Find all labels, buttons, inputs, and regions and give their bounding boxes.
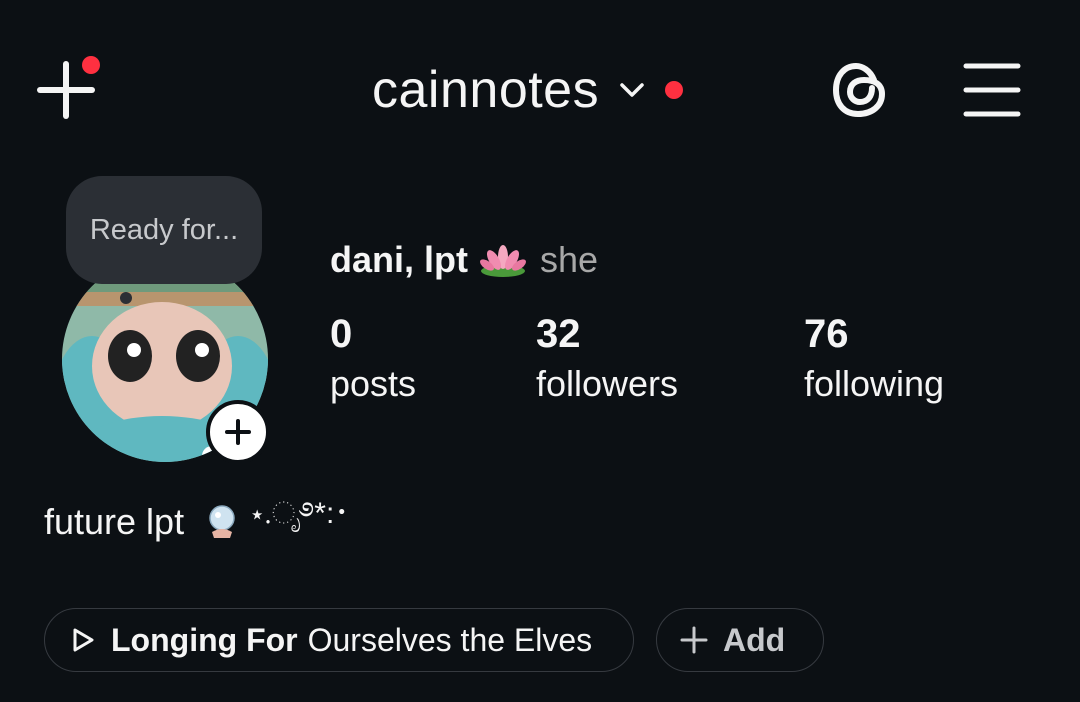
pronouns: she: [540, 239, 599, 280]
menu-button[interactable]: [958, 58, 1026, 122]
bio: future lpt ⋆.ೃ࿔*:･: [44, 496, 349, 548]
add-button[interactable]: Add: [656, 608, 824, 672]
chevron-down-icon: [620, 83, 644, 97]
plus-icon: [225, 419, 251, 445]
add-label: Add: [723, 621, 786, 658]
note-bubble[interactable]: Ready for...: [66, 176, 262, 284]
posts-count: 0: [330, 312, 353, 356]
crystal-ball-icon: [209, 505, 235, 538]
threads-icon: [832, 62, 886, 118]
name-row: dani, lpt she: [330, 236, 598, 284]
followers-stat[interactable]: 32 followers: [536, 310, 678, 410]
play-icon: [73, 628, 94, 652]
music-artist: Longing For: [111, 621, 298, 658]
plus-icon: [680, 626, 708, 654]
bio-text: future lpt: [44, 501, 185, 542]
followers-count: 32: [536, 312, 581, 356]
following-label: following: [804, 363, 945, 404]
music-pill[interactable]: Longing For Ourselves the Elves: [44, 608, 634, 672]
posts-label: posts: [330, 363, 417, 404]
following-stat[interactable]: 76 following: [804, 310, 944, 410]
notification-dot: [82, 56, 100, 74]
following-count: 76: [804, 312, 849, 356]
bio-decoration: ⋆.ೃ࿔*:･: [250, 497, 350, 530]
threads-button[interactable]: [828, 58, 892, 122]
add-story-button[interactable]: [206, 400, 270, 464]
music-song: Ourselves the Elves: [307, 621, 593, 658]
lotus-icon: [480, 245, 526, 277]
username: cainnotes: [372, 61, 600, 119]
note-bubble-tail: [120, 292, 132, 304]
note-text: Ready for...: [89, 213, 239, 246]
account-switcher[interactable]: cainnotes: [372, 58, 684, 122]
followers-label: followers: [536, 363, 679, 404]
posts-stat[interactable]: 0 posts: [330, 310, 416, 410]
notification-dot: [665, 81, 684, 99]
display-name: dani, lpt: [330, 239, 468, 280]
menu-icon: [963, 63, 1021, 117]
create-button[interactable]: [36, 56, 100, 122]
